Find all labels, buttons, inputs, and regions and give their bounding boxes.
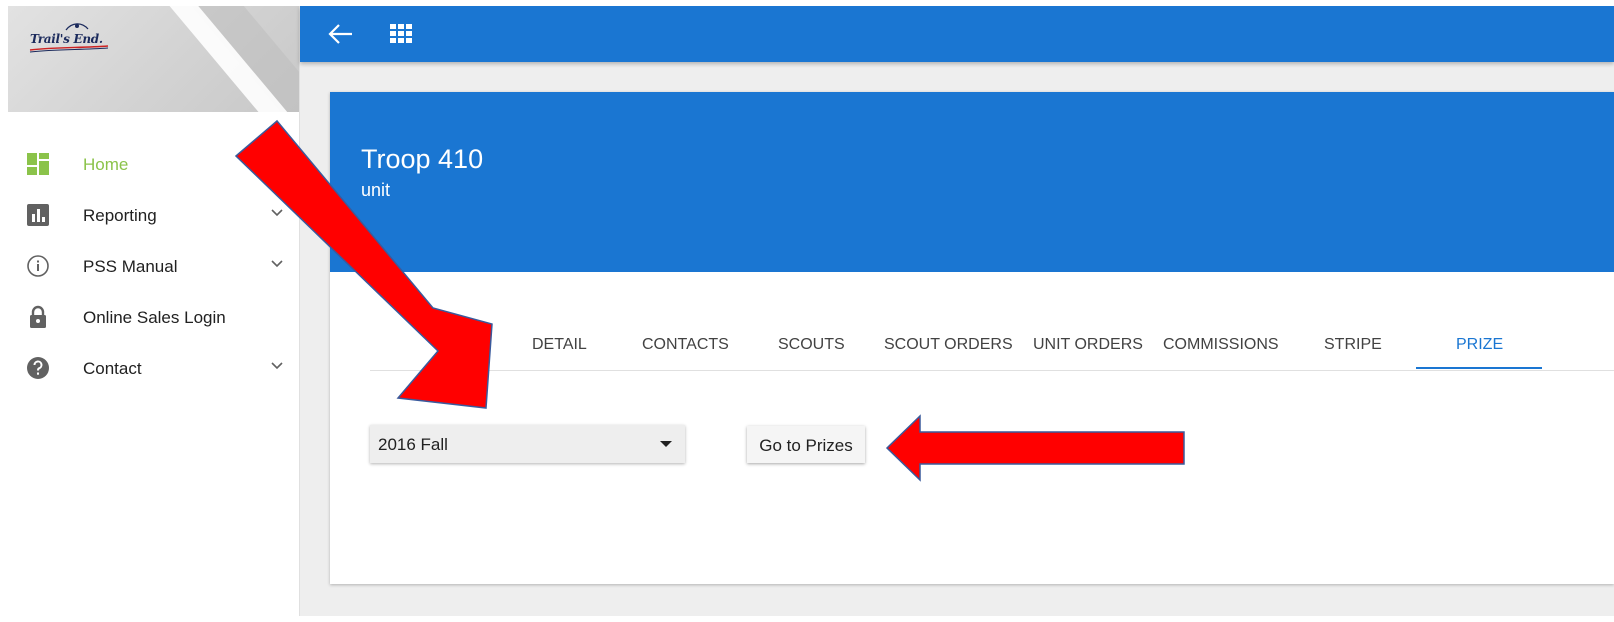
lock-icon [30, 305, 46, 328]
sidebar-nav: Home Reporting PSS Manual Online Sales L… [8, 138, 299, 393]
tab-scouts[interactable]: SCOUTS [778, 336, 845, 354]
sidebar-item-label: Contact [83, 359, 142, 378]
grid-icon[interactable] [390, 24, 412, 44]
sidebar-item-label: PSS Manual [83, 257, 178, 276]
season-select-value: 2016 Fall [378, 435, 448, 454]
bar-chart-icon [27, 204, 49, 226]
sidebar-item-pss-manual[interactable]: PSS Manual [8, 240, 299, 291]
sidebar-item-contact[interactable]: Contact [8, 342, 299, 393]
top-app-bar [300, 6, 1614, 62]
dashboard-icon [27, 153, 49, 175]
active-tab-indicator [1416, 367, 1542, 369]
tab-prize[interactable]: PRIZE [1456, 336, 1503, 354]
chevron-down-icon[interactable] [270, 358, 284, 372]
arrow-left-icon[interactable] [326, 20, 356, 48]
tab-detail[interactable]: DETAIL [532, 336, 587, 354]
sidebar-item-reporting[interactable]: Reporting [8, 189, 299, 240]
tab-contacts[interactable]: CONTACTS [642, 336, 729, 354]
app-frame: Trail's End. Home Reporting PSS Manual O… [8, 6, 1614, 616]
sidebar-item-label: Home [83, 155, 129, 174]
go-to-prizes-label: Go to Prizes [759, 436, 853, 455]
sidebar-item-label: Online Sales Login [83, 308, 226, 327]
tab-commissions[interactable]: COMMISSIONS [1163, 336, 1279, 354]
page-subtitle: unit [361, 180, 391, 200]
chevron-down-icon[interactable] [270, 205, 284, 219]
tab-bar: DETAIL CONTACTS SCOUTS SCOUT ORDERS UNIT… [370, 322, 1614, 371]
page-title: Troop 410 [361, 144, 484, 174]
logo-text: Trail's End. [30, 32, 103, 46]
help-icon [27, 357, 49, 379]
tab-unit-orders[interactable]: UNIT ORDERS [1033, 336, 1143, 354]
dropdown-caret-icon [660, 441, 672, 447]
season-select[interactable]: 2016 Fall [370, 425, 685, 463]
unit-card: Troop 410 unit DETAIL CONTACTS SCOUTS SC… [330, 92, 1614, 584]
chevron-down-icon[interactable] [270, 256, 284, 270]
tab-scout-orders[interactable]: SCOUT ORDERS [884, 336, 1013, 354]
sidebar-header: Trail's End. [8, 6, 299, 112]
sidebar: Trail's End. Home Reporting PSS Manual O… [8, 6, 300, 616]
sidebar-item-home[interactable]: Home [8, 138, 299, 189]
brand-logo[interactable]: Trail's End. [26, 20, 112, 54]
card-header: Troop 410 unit [330, 92, 1614, 272]
tab-stripe[interactable]: STRIPE [1324, 336, 1382, 354]
info-icon [27, 255, 49, 277]
go-to-prizes-button[interactable]: Go to Prizes [747, 426, 865, 463]
sidebar-item-online-sales-login[interactable]: Online Sales Login [8, 291, 299, 342]
sidebar-item-label: Reporting [83, 206, 157, 225]
